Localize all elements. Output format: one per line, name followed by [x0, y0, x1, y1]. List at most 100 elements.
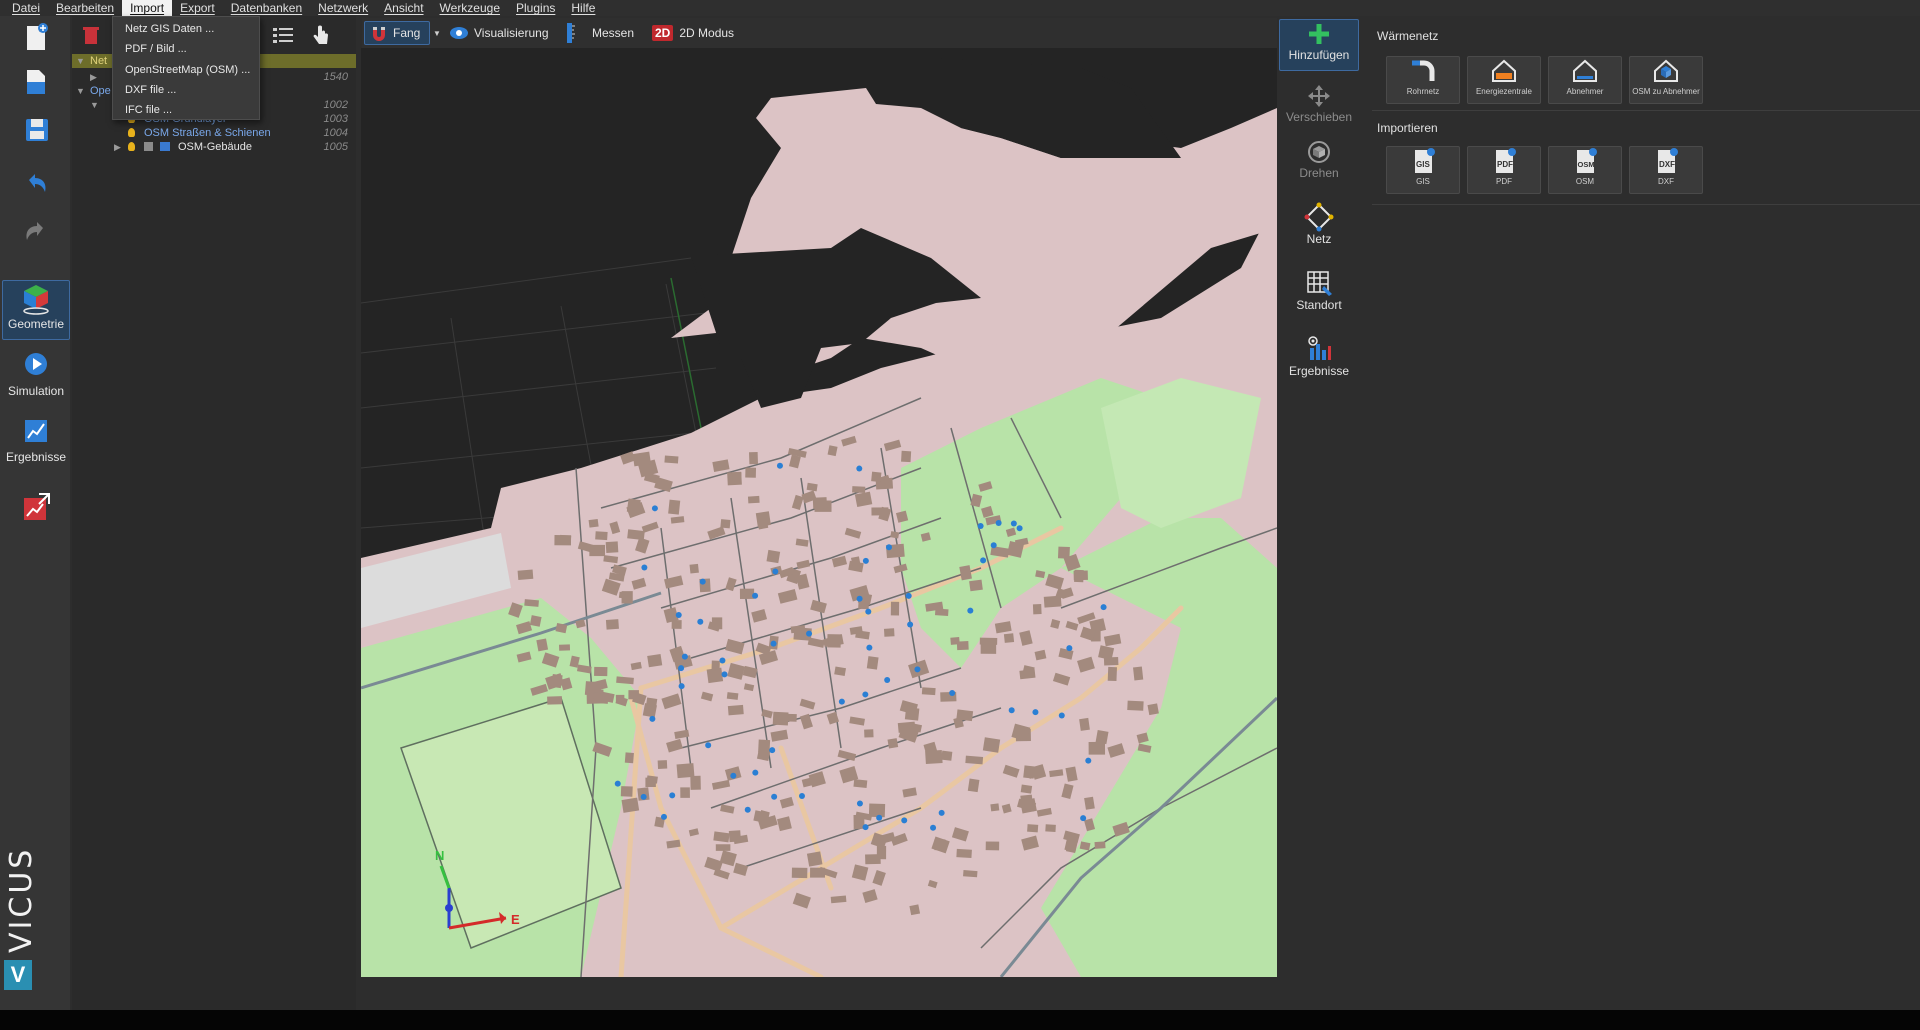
consumer-point[interactable] [771, 793, 778, 800]
consumer-point[interactable] [930, 824, 937, 831]
consumer-point[interactable] [884, 676, 891, 683]
delete-button[interactable] [76, 20, 106, 50]
network-button[interactable]: Netz [1279, 202, 1359, 254]
consumer-point[interactable] [907, 621, 914, 628]
menu-datenbanken[interactable]: Datenbanken [223, 0, 310, 16]
visibility-bulb-icon[interactable] [128, 128, 135, 137]
consumer-point[interactable] [798, 793, 805, 800]
consumer-point[interactable] [1008, 707, 1015, 714]
consumer-point[interactable] [669, 792, 676, 799]
save-button[interactable] [2, 114, 70, 150]
consumer-point[interactable] [649, 715, 656, 722]
consumer-point[interactable] [769, 747, 776, 754]
menu-import[interactable]: Import [122, 0, 173, 16]
consumer-point[interactable] [772, 568, 779, 575]
location-button[interactable]: Standort [1279, 268, 1359, 320]
consumer-point[interactable] [980, 557, 987, 564]
consumer-point[interactable] [856, 595, 863, 602]
list-view-button[interactable] [268, 20, 298, 50]
consumer-point[interactable] [719, 657, 726, 664]
menu-netzwerk[interactable]: Netzwerk [310, 0, 376, 16]
consumer-point[interactable] [640, 793, 647, 800]
tile-import-dxf[interactable]: DXF DXF [1629, 146, 1703, 194]
visibility-bulb-icon[interactable] [128, 142, 135, 151]
menu-hilfe[interactable]: Hilfe [563, 0, 603, 16]
consumer-point[interactable] [614, 780, 621, 787]
menu-bearbeiten[interactable]: Bearbeiten [48, 0, 122, 16]
menu-plugins[interactable]: Plugins [508, 0, 563, 16]
add-button[interactable]: Hinzufügen [1279, 19, 1359, 71]
consumer-point[interactable] [856, 800, 863, 807]
consumer-point[interactable] [705, 742, 712, 749]
consumer-point[interactable] [752, 592, 759, 599]
consumer-point[interactable] [1080, 815, 1087, 822]
consumer-point[interactable] [675, 611, 682, 618]
consumer-point[interactable] [876, 814, 883, 821]
consumer-point[interactable] [641, 564, 648, 571]
menu-export[interactable]: Export [172, 0, 223, 16]
consumer-point[interactable] [856, 465, 863, 472]
consumer-point[interactable] [862, 557, 869, 564]
menu-werkzeuge[interactable]: Werkzeuge [432, 0, 508, 16]
snap-options-dropdown[interactable]: ▼ [433, 21, 443, 45]
consumer-point[interactable] [995, 520, 1002, 527]
tile-import-osm[interactable]: OSM OSM [1548, 146, 1622, 194]
consumer-point[interactable] [744, 806, 751, 813]
export-results-button[interactable] [2, 490, 70, 530]
consumer-point[interactable] [949, 689, 956, 696]
consumer-point[interactable] [730, 772, 737, 779]
tile-osm-zu-abnehmer[interactable]: OSM zu Abnehmer [1629, 56, 1703, 104]
consumer-point[interactable] [838, 698, 845, 705]
visualization-button[interactable]: Visualisierung [448, 21, 549, 45]
consumer-point[interactable] [862, 691, 869, 698]
consumer-point[interactable] [862, 824, 869, 831]
tree-row-osm-strassen[interactable]: OSM Straßen & Schienen 1004 [72, 126, 356, 140]
consumer-point[interactable] [1066, 645, 1073, 652]
consumer-point[interactable] [678, 683, 685, 690]
tree-row-osm-gebaeude[interactable]: ▶ OSM-Gebäude 1005 [72, 140, 356, 154]
consumer-point[interactable] [865, 608, 872, 615]
consumer-point[interactable] [681, 653, 688, 660]
consumer-point[interactable] [990, 542, 997, 549]
select-checkbox[interactable] [144, 142, 153, 151]
scene-viewport[interactable]: N E [361, 48, 1277, 977]
consumer-point[interactable] [752, 769, 759, 776]
tile-energiezentrale[interactable]: Energiezentrale [1467, 56, 1541, 104]
tile-import-gis[interactable]: GIS GIS [1386, 146, 1460, 194]
consumer-point[interactable] [678, 665, 685, 672]
menu-item-dxf[interactable]: DXF file ... [125, 82, 176, 98]
consumer-point[interactable] [660, 813, 667, 820]
tile-abnehmer[interactable]: Abnehmer [1548, 56, 1622, 104]
redo-button[interactable] [2, 218, 70, 254]
results-mode-button[interactable]: Ergebnisse [2, 414, 70, 474]
consumer-point[interactable] [770, 640, 777, 647]
consumer-point[interactable] [1058, 712, 1065, 719]
consumer-point[interactable] [699, 578, 706, 585]
2d-mode-button[interactable]: 2D 2D Modus [652, 21, 734, 45]
menu-datei[interactable]: Datei [4, 0, 48, 16]
consumer-point[interactable] [967, 607, 974, 614]
results-button[interactable]: Ergebnisse [1279, 334, 1359, 386]
consumer-point[interactable] [866, 644, 873, 651]
consumer-point[interactable] [721, 671, 728, 678]
simulation-mode-button[interactable]: Simulation [2, 348, 70, 408]
consumer-point[interactable] [885, 544, 892, 551]
rotate-button[interactable]: Drehen [1279, 138, 1359, 190]
consumer-point[interactable] [806, 630, 813, 637]
undo-button[interactable] [2, 170, 70, 206]
consumer-point[interactable] [776, 462, 783, 469]
geometry-mode-button[interactable]: Geometrie [2, 280, 70, 340]
consumer-point[interactable] [1085, 757, 1092, 764]
select-pointer-button[interactable] [306, 20, 336, 50]
menu-item-pdf-bild[interactable]: PDF / Bild ... [125, 41, 187, 57]
tile-import-pdf[interactable]: PDF PDF [1467, 146, 1541, 194]
consumer-point[interactable] [1032, 709, 1039, 716]
move-button[interactable]: Verschieben [1279, 82, 1359, 134]
new-file-button[interactable] [2, 22, 70, 58]
tile-rohrnetz[interactable]: Rohrnetz [1386, 56, 1460, 104]
consumer-point[interactable] [697, 618, 704, 625]
snap-button[interactable]: Fang [364, 21, 430, 45]
consumer-point[interactable] [938, 809, 945, 816]
consumer-point[interactable] [901, 817, 908, 824]
menu-item-openstreetmap[interactable]: OpenStreetMap (OSM) ... [125, 62, 250, 78]
